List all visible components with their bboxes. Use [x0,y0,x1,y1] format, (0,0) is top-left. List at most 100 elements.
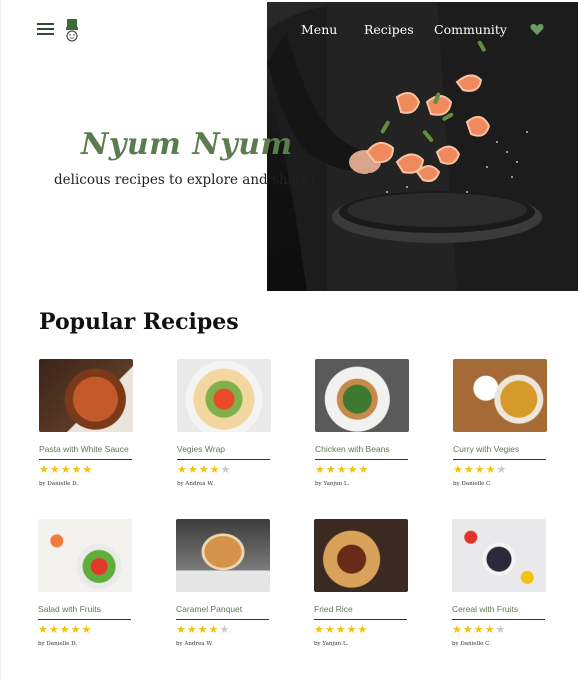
star-empty-icon: ★ [219,624,231,636]
star-filled-icon: ★ [462,624,474,636]
star-filled-icon: ★ [39,464,50,476]
rating-stars: ★★★★★ [39,464,135,476]
nav-menu-link[interactable]: Menu [301,22,337,37]
nav-recipes-link[interactable]: Recipes [364,22,414,37]
recipe-divider [176,619,269,620]
star-filled-icon: ★ [347,464,359,476]
recipe-image[interactable] [452,519,546,592]
star-filled-icon: ★ [452,624,463,636]
star-filled-icon: ★ [485,464,497,476]
recipe-author: by Danielle D. [38,641,78,647]
recipe-author: by Andrea W. [177,481,214,487]
star-filled-icon: ★ [82,464,94,476]
star-filled-icon: ★ [358,464,370,476]
brand-tagline: delicous recipes to explore and share! [54,172,316,188]
star-filled-icon: ★ [463,464,475,476]
recipe-name[interactable]: Curry with Vegies [453,444,549,456]
recipe-author: by Andrea W. [176,641,213,647]
recipe-author: by Danielle D. [39,481,79,487]
recipe-card[interactable]: Salad with Fruits ★★★★★ by Danielle D. [38,519,134,647]
recipe-author: by Danielle C. [453,481,492,487]
star-filled-icon: ★ [70,624,82,636]
star-filled-icon: ★ [48,624,60,636]
hero-chef-image [267,2,578,291]
recipe-name[interactable]: Chicken with Beans [315,444,411,456]
recipe-card[interactable]: Chicken with Beans ★★★★★ by Yanjun L. [315,359,411,487]
recipe-divider [452,619,545,620]
recipe-image[interactable] [453,359,547,432]
chef-logo-icon[interactable] [64,18,80,44]
recipe-image[interactable] [315,359,409,432]
star-filled-icon: ★ [71,464,83,476]
recipe-author: by Yanjun L. [315,481,350,487]
recipe-divider [177,459,270,460]
heart-icon[interactable] [530,23,544,36]
recipe-name[interactable]: Cereal with Fruits [452,604,548,616]
recipe-card[interactable]: Pasta with White Sauce ★★★★★ by Danielle D… [39,359,135,487]
star-filled-icon: ★ [473,624,485,636]
star-filled-icon: ★ [453,464,464,476]
star-filled-icon: ★ [38,624,49,636]
recipe-author: by Danielle C. [452,641,491,647]
star-filled-icon: ★ [357,624,369,636]
popular-recipes-title: Popular Recipes [39,309,239,335]
recipe-card[interactable]: Caramel Panquet ★★★★★ by Andrea W. [176,519,272,647]
recipe-name[interactable]: Pasta with White Sauce [39,444,135,456]
star-empty-icon: ★ [220,464,232,476]
recipe-divider [453,459,546,460]
star-filled-icon: ★ [186,624,198,636]
rating-stars: ★★★★★ [453,464,549,476]
recipe-image[interactable] [177,359,271,432]
rating-stars: ★★★★★ [452,624,548,636]
recipe-card[interactable]: Fried Rice ★★★★★ by Yanjun L. [314,519,410,647]
star-filled-icon: ★ [59,624,71,636]
star-empty-icon: ★ [495,624,507,636]
star-filled-icon: ★ [325,464,337,476]
star-filled-icon: ★ [474,464,486,476]
star-filled-icon: ★ [187,464,199,476]
hamburger-menu-icon[interactable] [37,23,55,37]
star-filled-icon: ★ [176,624,187,636]
star-filled-icon: ★ [60,464,72,476]
recipe-divider [314,619,407,620]
star-filled-icon: ★ [198,464,210,476]
nav-community-link[interactable]: Community [434,22,507,37]
recipe-divider [315,459,408,460]
rating-stars: ★★★★★ [177,464,273,476]
recipe-name[interactable]: Caramel Panquet [176,604,272,616]
star-filled-icon: ★ [81,624,93,636]
recipe-divider [39,459,132,460]
star-filled-icon: ★ [336,464,348,476]
recipe-name[interactable]: Salad with Fruits [38,604,134,616]
star-filled-icon: ★ [197,624,209,636]
star-empty-icon: ★ [496,464,508,476]
page: Menu Recipes Community Nyum Nyum delicou… [0,0,578,681]
star-filled-icon: ★ [484,624,496,636]
star-filled-icon: ★ [209,464,221,476]
recipe-author: by Yanjun L. [314,641,349,647]
recipe-card[interactable]: Curry with Vegies ★★★★★ by Danielle C. [453,359,549,487]
hero-section: Menu Recipes Community Nyum Nyum delicou… [1,0,578,291]
recipe-image[interactable] [314,519,408,592]
recipe-card[interactable]: Vegies Wrap ★★★★★ by Andrea W. [177,359,273,487]
recipe-name[interactable]: Vegies Wrap [177,444,273,456]
star-filled-icon: ★ [335,624,347,636]
recipe-card[interactable]: Cereal with Fruits ★★★★★ by Danielle C. [452,519,548,647]
recipe-image[interactable] [176,519,270,592]
rating-stars: ★★★★★ [315,464,411,476]
recipe-image[interactable] [39,359,133,432]
star-filled-icon: ★ [177,464,188,476]
star-filled-icon: ★ [49,464,61,476]
star-filled-icon: ★ [208,624,220,636]
rating-stars: ★★★★★ [38,624,134,636]
rating-stars: ★★★★★ [314,624,410,636]
star-filled-icon: ★ [324,624,336,636]
star-filled-icon: ★ [315,464,326,476]
recipe-image[interactable] [38,519,132,592]
recipe-divider [38,619,131,620]
brand-title: Nyum Nyum [81,127,293,162]
rating-stars: ★★★★★ [176,624,272,636]
star-filled-icon: ★ [346,624,358,636]
star-filled-icon: ★ [314,624,325,636]
recipe-name[interactable]: Fried Rice [314,604,410,616]
